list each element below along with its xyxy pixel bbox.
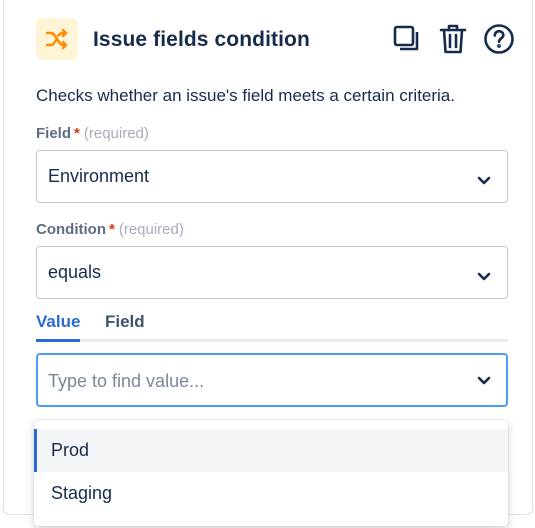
duplicate-icon[interactable] (390, 22, 424, 56)
help-icon[interactable] (482, 22, 516, 56)
shuffle-icon (36, 18, 78, 60)
tab-field[interactable]: Field (105, 312, 145, 339)
field-select-value: Environment (48, 166, 150, 186)
panel-title: Issue fields condition (93, 28, 310, 51)
dropdown-option-prod[interactable]: Prod (34, 429, 508, 472)
tab-value[interactable]: Value (36, 312, 81, 342)
panel-description: Checks whether an issue's field meets a … (36, 86, 455, 105)
chevron-down-icon (477, 266, 491, 287)
condition-select-value: equals (48, 262, 102, 282)
value-search[interactable] (36, 353, 508, 407)
required-mark: * (74, 125, 80, 142)
value-search-input[interactable] (48, 367, 448, 395)
chevron-down-icon[interactable] (477, 373, 491, 391)
required-hint: (required) (118, 221, 184, 238)
field-select[interactable]: Environment (36, 150, 508, 203)
trash-icon[interactable] (436, 22, 470, 56)
panel-header: Issue fields condition (36, 18, 516, 64)
value-dropdown: Prod Staging (34, 420, 508, 526)
dropdown-option-staging[interactable]: Staging (34, 472, 508, 515)
field-label: Field * (required) (36, 125, 149, 142)
value-field-tabs: Value Field (36, 310, 508, 342)
header-actions (390, 22, 516, 56)
field-label-text: Field (36, 125, 72, 142)
chevron-down-icon (477, 170, 491, 191)
condition-label: Condition * (required) (36, 221, 184, 238)
required-hint: (required) (83, 125, 149, 142)
required-mark: * (108, 221, 115, 238)
condition-label-text: Condition (36, 221, 106, 238)
condition-select[interactable]: equals (36, 246, 508, 299)
